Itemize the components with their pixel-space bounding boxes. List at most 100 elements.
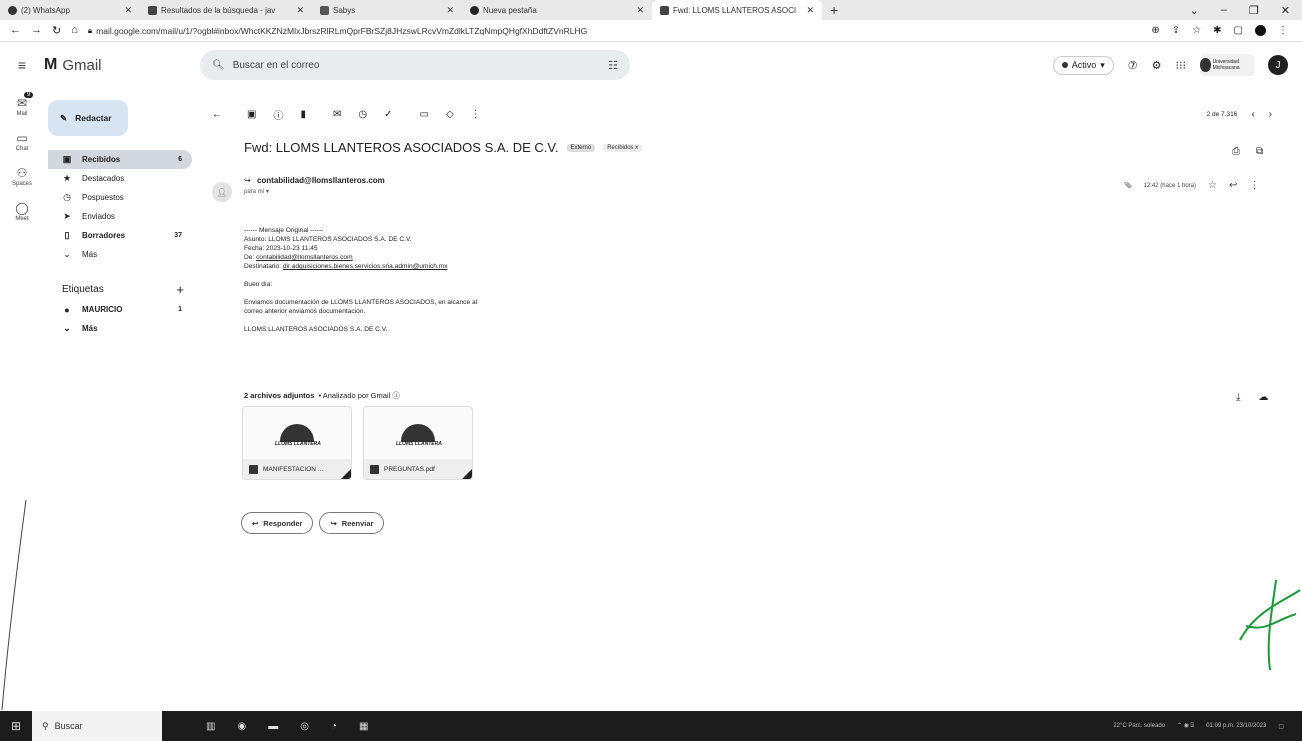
- close-tab-icon[interactable]: ✕: [290, 5, 304, 16]
- browser-tab-new[interactable]: Nueva pestaña ✕: [462, 0, 652, 20]
- sidebar-item-drafts[interactable]: ▯ Borradores 37: [48, 226, 192, 245]
- browser-tab-sabys[interactable]: Sabys ✕: [312, 0, 462, 20]
- apps-grid-icon[interactable]: ⁝⁝⁝: [1176, 59, 1187, 72]
- notifications-icon[interactable]: ▢: [1278, 723, 1284, 730]
- chrome-icon[interactable]: ◎: [300, 721, 309, 732]
- reply-icon[interactable]: ↩: [1229, 180, 1237, 191]
- chevron-down-icon: ⌄: [63, 323, 71, 333]
- search-input[interactable]: Buscar en el correo: [233, 60, 320, 71]
- browser-tab-search-results[interactable]: Resultados de la búsqueda - jav ✕: [140, 0, 312, 20]
- account-avatar[interactable]: J: [1268, 55, 1288, 75]
- add-label-button[interactable]: +: [176, 282, 196, 297]
- gear-icon[interactable]: ⚙: [1152, 59, 1162, 72]
- tab-search-icon[interactable]: ⌄: [1190, 4, 1199, 17]
- browser-menu-icon[interactable]: ⋮: [1278, 25, 1288, 36]
- rail-spaces[interactable]: ⚇ Spaces: [0, 166, 44, 187]
- pdf-icon: [249, 464, 258, 474]
- search-options-icon[interactable]: ☷: [608, 59, 618, 72]
- url-field[interactable]: mail.google.com/mail/u/1/?ogbl#inbox/Whc…: [96, 26, 587, 36]
- label-tag-icon[interactable]: ◇: [446, 109, 454, 120]
- sender-email[interactable]: contabilidad@llomsllanteros.com: [257, 176, 385, 185]
- to-link[interactable]: dir.adquisiciones.bienes.servicios.sria.…: [283, 263, 448, 270]
- forward-arrow-icon[interactable]: →: [31, 24, 42, 37]
- close-tab-icon[interactable]: ✕: [440, 5, 454, 16]
- attachment-card[interactable]: LLOMS LLANTERA MANIFESTACION ...: [242, 406, 352, 480]
- help-icon[interactable]: ⑦: [1128, 59, 1138, 72]
- chat-icon: ▭: [16, 131, 28, 145]
- close-tab-icon[interactable]: ✕: [800, 5, 814, 16]
- open-new-window-icon[interactable]: ⧉: [1256, 146, 1263, 157]
- next-chevron-icon[interactable]: ›: [1269, 109, 1272, 120]
- archive-icon[interactable]: ▣: [247, 109, 256, 120]
- download-all-icon[interactable]: ⤓: [1236, 392, 1240, 403]
- share-icon[interactable]: ⇪: [1172, 25, 1180, 36]
- sidebar-labels-more[interactable]: ⌄ Más: [48, 319, 192, 338]
- rail-mail[interactable]: ✉ 9 Mail: [0, 92, 44, 117]
- sidepanel-icon[interactable]: ▢: [1234, 25, 1243, 36]
- bookmark-star-icon[interactable]: ☆: [1192, 25, 1201, 36]
- close-tab-icon[interactable]: ✕: [118, 5, 132, 16]
- add-task-icon[interactable]: ✓: [384, 109, 392, 120]
- report-spam-icon[interactable]: ⓘ: [273, 107, 283, 122]
- sidebar-label-mauricio[interactable]: ● MAURICIO 1: [48, 300, 192, 319]
- task-view-icon[interactable]: ▥: [206, 721, 215, 732]
- close-window-button[interactable]: ✕: [1281, 4, 1290, 17]
- prev-chevron-icon[interactable]: ‹: [1251, 109, 1254, 120]
- clock-text[interactable]: 01:09 p.m. 23/10/2023: [1206, 723, 1266, 729]
- from-link[interactable]: contabilidad@llomsllanteros.com: [256, 254, 353, 261]
- search-bar[interactable]: 🔍︎ Buscar en el correo ☷: [200, 50, 630, 80]
- more-vert-icon[interactable]: ⋮: [471, 109, 481, 120]
- extensions-icon[interactable]: ✱: [1213, 25, 1221, 36]
- taskbar-search[interactable]: ⚲ Buscar: [32, 711, 162, 741]
- sidebar-item-snoozed[interactable]: ◷ Pospuestos: [48, 188, 192, 207]
- edge-icon[interactable]: ◉: [237, 721, 246, 732]
- more-vert-icon[interactable]: ⋮: [1249, 180, 1259, 191]
- recipient-row[interactable]: para mí ▾: [244, 188, 269, 195]
- back-arrow-icon[interactable]: ←: [10, 24, 21, 37]
- search-icon[interactable]: 🔍︎: [212, 60, 225, 71]
- main-menu-icon[interactable]: ≡: [0, 57, 44, 73]
- app-grid-icon[interactable]: ▦: [359, 721, 368, 732]
- app-icon[interactable]: ◔: [331, 721, 337, 732]
- back-arrow-icon[interactable]: ←: [212, 109, 222, 120]
- drive-add-icon[interactable]: ☁: [1258, 392, 1268, 403]
- forward-button[interactable]: ↪ Reenviar: [319, 512, 385, 534]
- sidebar-item-sent[interactable]: ➤ Enviados: [48, 207, 192, 226]
- reload-icon[interactable]: ↻: [52, 24, 61, 37]
- attachment-card[interactable]: LLOMS LLANTERA PREGUNTAS.pdf: [363, 406, 473, 480]
- tire-logo-icon: [280, 424, 314, 442]
- file-explorer-icon[interactable]: ▬: [268, 721, 278, 732]
- windows-start-icon[interactable]: ⊞: [0, 719, 32, 733]
- minimize-button[interactable]: –: [1221, 4, 1227, 17]
- rail-chat[interactable]: ▭ Chat: [0, 131, 44, 152]
- zoom-icon[interactable]: ⊕: [1151, 25, 1159, 36]
- original-message-header: ------ Mensaje Original ------: [244, 227, 324, 234]
- reply-button[interactable]: ↩ Responder: [241, 512, 314, 534]
- sidebar-item-more[interactable]: ⌄ Más: [48, 245, 192, 264]
- maximize-button[interactable]: ❐: [1249, 4, 1259, 17]
- close-tab-icon[interactable]: ✕: [630, 5, 644, 16]
- sender-avatar[interactable]: 👤︎: [212, 182, 232, 202]
- gmail-logo[interactable]: M Gmail: [44, 56, 194, 74]
- new-tab-button[interactable]: +: [822, 2, 846, 18]
- organization-logo[interactable]: Universidad Michoacana: [1200, 54, 1254, 76]
- inbox-label-chip[interactable]: Recibidos x: [603, 143, 643, 152]
- move-to-icon[interactable]: ▭: [419, 109, 428, 120]
- status-selector[interactable]: Activo ▾: [1052, 55, 1114, 75]
- profile-avatar[interactable]: [1255, 25, 1266, 36]
- trash-icon[interactable]: ▮: [300, 109, 306, 120]
- browser-tab-whatsapp[interactable]: (2) WhatsApp ✕: [0, 0, 140, 20]
- rail-meet[interactable]: ◯ Meet: [0, 201, 44, 222]
- sidebar-item-inbox[interactable]: ▣ Recibidos 6: [48, 150, 192, 169]
- sidebar-item-starred[interactable]: ★ Destacados: [48, 169, 192, 188]
- home-icon[interactable]: ⌂: [71, 24, 78, 37]
- tray-icons[interactable]: ⌃ ◉ ⌸: [1177, 722, 1194, 730]
- weather-text[interactable]: 22°C Parc. soleado: [1113, 723, 1165, 729]
- snooze-clock-icon[interactable]: ◷: [358, 109, 367, 120]
- browser-tab-gmail-active[interactable]: Fwd: LLOMS LLANTEROS ASOCI ✕: [652, 0, 822, 20]
- star-icon[interactable]: ☆: [1208, 180, 1217, 191]
- print-icon[interactable]: ⎙: [1232, 146, 1240, 157]
- compose-button[interactable]: ✎ Redactar: [48, 100, 128, 136]
- attachments-header: 2 archivos adjuntos • Analizado por Gmai…: [244, 390, 400, 401]
- mark-unread-icon[interactable]: ✉: [333, 109, 341, 120]
